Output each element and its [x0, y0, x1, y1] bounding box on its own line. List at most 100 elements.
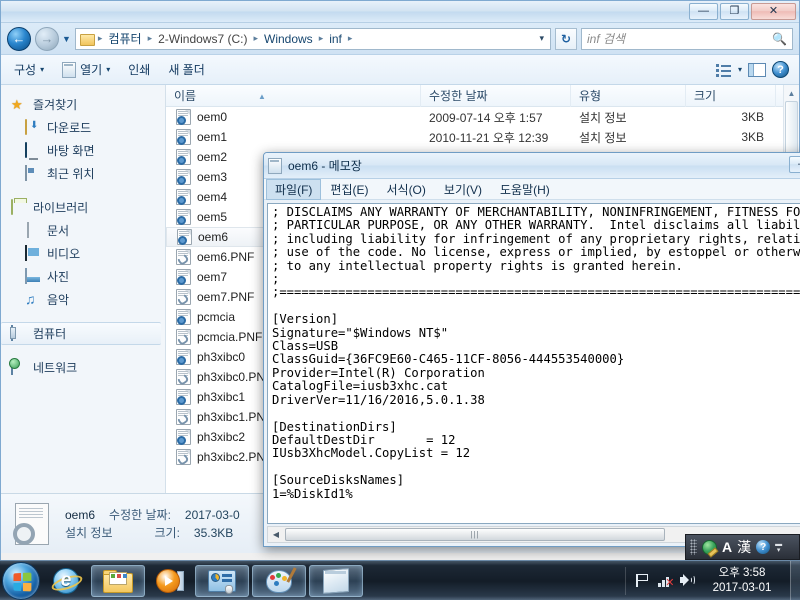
taskbar-button-paint[interactable] [252, 564, 306, 597]
table-row[interactable]: oem1 2010-11-21 오후 12:39 설치 정보 3KB [166, 127, 799, 147]
breadcrumb-inf[interactable]: inf [326, 31, 345, 47]
inf-file-icon [176, 309, 191, 325]
details-date-value: 2017-03-0 [184, 507, 240, 522]
menu-view[interactable]: 보기(V) [435, 179, 491, 200]
videos-icon [25, 244, 41, 262]
sidebar-group-libraries[interactable]: 라이브러리 [1, 196, 165, 219]
taskbar-button-internet-explorer[interactable] [44, 565, 88, 597]
explorer-title-bar[interactable]: — ❐ ✕ [1, 1, 799, 23]
network-disconnected-icon[interactable]: ✕ [654, 574, 676, 589]
sidebar-group-favorites[interactable]: ★ 즐겨찾기 [1, 93, 165, 116]
sidebar-item-music[interactable]: ♫ 음악 [1, 288, 165, 311]
taskbar-button-windows-explorer[interactable] [91, 564, 145, 597]
show-desktop-button[interactable] [790, 560, 800, 600]
print-button[interactable]: 인쇄 [119, 57, 159, 82]
column-header-name[interactable]: 이름 ▲ [166, 84, 421, 107]
sidebar-item-videos[interactable]: 비디오 [1, 242, 165, 265]
notepad-title: oem6 - 메모장 [288, 159, 362, 173]
help-icon[interactable]: ? [772, 61, 789, 78]
file-name-label: oem6 [198, 230, 229, 244]
back-button[interactable]: ← [7, 26, 31, 51]
refresh-button[interactable]: ↻ [555, 27, 577, 50]
details-text: oem6 수정한 날짜: 2017-03-0 설치 정보 크기: 35.3KB [65, 506, 240, 542]
preview-pane-icon[interactable] [748, 62, 766, 77]
taskbar-button-control-panel[interactable] [195, 564, 249, 597]
file-size-cell: 3KB [741, 110, 764, 124]
scroll-left-icon[interactable]: ◀ [268, 530, 284, 539]
notepad-minimize-button[interactable]: — [789, 156, 800, 173]
download-folder-icon [25, 118, 41, 136]
column-header-type[interactable]: 유형 [571, 84, 686, 107]
organize-label: 구성 [14, 63, 37, 77]
sidebar-item-documents[interactable]: 문서 [1, 219, 165, 242]
sidebar-label-downloads: 다운로드 [47, 121, 92, 135]
column-header-size[interactable]: 크기 [686, 84, 776, 107]
restore-button[interactable]: ❐ [720, 3, 749, 20]
file-name-label: ph3xibc1 [197, 390, 246, 404]
recent-pages-dropdown[interactable]: ▼ [62, 34, 71, 44]
details-file-name: oem6 [65, 507, 96, 522]
new-folder-button[interactable]: 새 폴더 [159, 57, 213, 82]
sidebar-item-computer[interactable]: 컴퓨터 [1, 322, 161, 345]
minimize-icon[interactable]: ▬ ▾ [775, 541, 782, 554]
library-icon [11, 198, 27, 216]
details-size-label: 크기: [154, 526, 180, 540]
close-button[interactable]: ✕ [751, 3, 796, 20]
scrollbar-thumb[interactable]: ||| [285, 528, 665, 541]
notepad-text-area[interactable]: ; DISCLAIMS ANY WARRANTY OF MERCHANTABIL… [267, 203, 800, 524]
view-options-icon[interactable] [715, 63, 732, 77]
pnf-file-icon [176, 329, 191, 347]
sidebar-item-desktop[interactable]: 바탕 화면 [1, 139, 165, 162]
file-name-label: oem1 [197, 130, 228, 144]
chevron-down-icon: ▾ [106, 65, 111, 74]
minimize-button[interactable]: — [689, 3, 718, 20]
chevron-down-icon[interactable]: ▾ [539, 33, 546, 44]
organize-button[interactable]: 구성 ▾ [5, 57, 53, 82]
language-bar[interactable]: A 漢 ? ▬ ▾ [685, 534, 800, 560]
volume-icon[interactable] [676, 574, 698, 587]
menu-edit[interactable]: 편집(E) [321, 179, 377, 200]
sidebar-label-recent-places: 최근 위치 [47, 167, 95, 181]
notepad-title-bar[interactable]: oem6 - 메모장 — [264, 153, 800, 179]
taskbar-button-notepad[interactable] [309, 564, 363, 597]
menu-format[interactable]: 서식(O) [377, 179, 434, 200]
sidebar-item-pictures[interactable]: 사진 [1, 265, 165, 288]
menu-help[interactable]: 도움말(H) [491, 179, 559, 200]
clock-time: 오후 3:58 [718, 566, 766, 579]
scroll-up-icon[interactable]: ▲ [784, 85, 799, 101]
clock[interactable]: 오후 3:58 2017-03-01 [698, 566, 790, 596]
inf-file-icon [11, 501, 53, 547]
forward-button[interactable]: → [35, 26, 59, 51]
column-header-date[interactable]: 수정한 날짜 [421, 84, 571, 107]
sidebar-item-downloads[interactable]: 다운로드 [1, 116, 165, 139]
open-button[interactable]: 열기 ▾ [53, 57, 119, 82]
taskbar-button-media-player[interactable] [148, 565, 192, 597]
breadcrumb-windows[interactable]: Windows [261, 31, 316, 47]
breadcrumb-computer[interactable]: 컴퓨터 [105, 29, 144, 48]
breadcrumb-sep: ▸ [318, 33, 324, 43]
inf-file-icon [176, 269, 191, 285]
action-center-flag-icon[interactable] [632, 574, 654, 587]
search-input[interactable]: inf 검색 🔍 [581, 27, 793, 50]
pnf-file-icon [176, 249, 191, 267]
sidebar-label-pictures: 사진 [47, 270, 70, 284]
search-icon: 🔍 [772, 31, 787, 46]
sidebar-item-network[interactable]: 네트워크 [1, 356, 165, 379]
sidebar-item-recent-places[interactable]: 최근 위치 [1, 162, 165, 185]
inf-file-icon [176, 349, 191, 365]
sidebar-label-music: 음악 [47, 293, 70, 307]
address-bar[interactable]: ▸ 컴퓨터 ▸ 2-Windows7 (C:) ▸ Windows ▸ inf … [74, 27, 551, 50]
table-row[interactable]: oem0 2009-07-14 오후 1:57 설치 정보 3KB [166, 107, 799, 127]
menu-file[interactable]: 파일(F) [266, 178, 322, 200]
notepad-icon [268, 157, 282, 174]
breadcrumb-drive[interactable]: 2-Windows7 (C:) [155, 31, 250, 47]
help-icon[interactable]: ? [756, 540, 771, 554]
file-name-label: oem6.PNF [197, 250, 255, 264]
grip-icon[interactable] [690, 539, 697, 555]
ime-input-mode[interactable]: A [722, 539, 732, 555]
chevron-down-icon[interactable]: ▾ [738, 65, 742, 74]
start-orb[interactable] [2, 561, 40, 600]
ime-globe-icon[interactable] [702, 539, 717, 555]
ime-hanja-button[interactable]: 漢 [737, 537, 751, 557]
